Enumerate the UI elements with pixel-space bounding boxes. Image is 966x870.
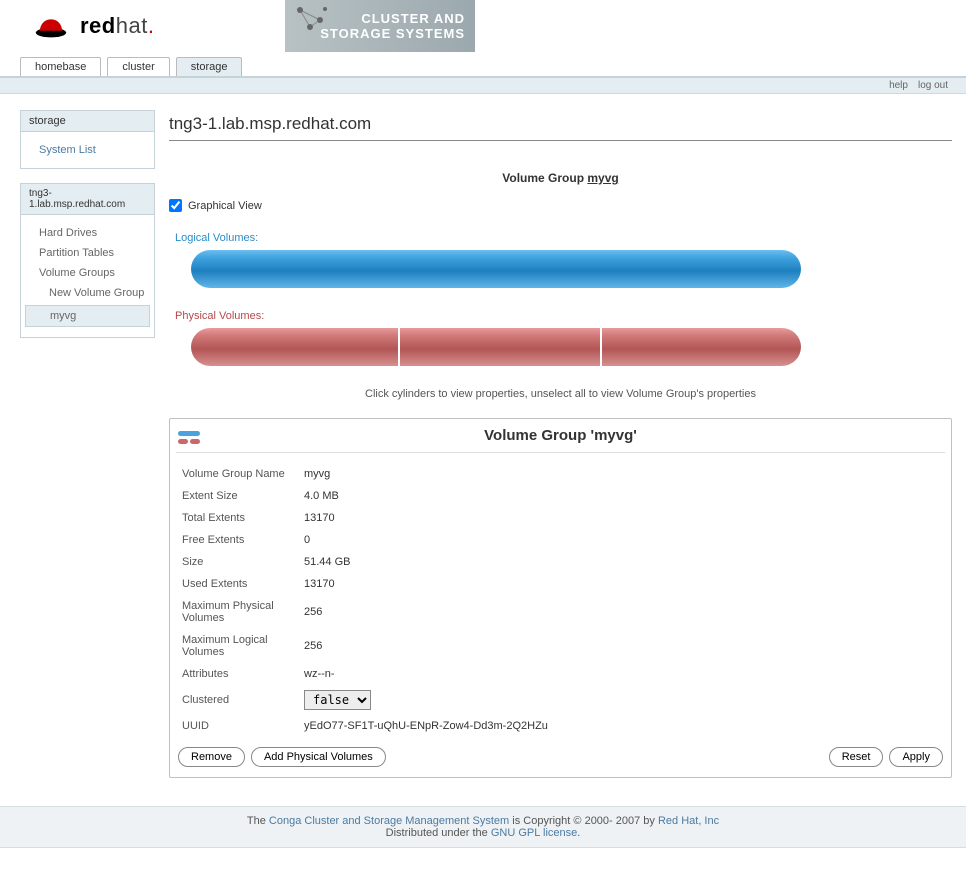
add-physical-volumes-button[interactable]: Add Physical Volumes	[251, 747, 386, 767]
prop-clus-k: Clustered	[182, 694, 304, 706]
prop-free-v: 0	[304, 534, 310, 546]
prop-free-k: Free Extents	[182, 534, 304, 546]
redhat-logo: redhat.	[32, 11, 154, 41]
top-links: help log out	[0, 78, 966, 94]
prop-name-v: myvg	[304, 468, 330, 480]
clustered-select[interactable]: false	[304, 690, 371, 710]
banner-line2: STORAGE SYSTEMS	[320, 26, 465, 41]
prop-used-k: Used Extents	[182, 578, 304, 590]
physical-volumes-section: Physical Volumes:	[169, 310, 952, 366]
cylinder-caption: Click cylinders to view properties, unse…	[169, 388, 952, 400]
sidebar-partition-tables[interactable]: Partition Tables	[21, 243, 154, 263]
brand-hat: hat	[116, 13, 148, 38]
properties-panel: Volume Group 'myvg' Volume Group Namemyv…	[169, 418, 952, 778]
remove-button[interactable]: Remove	[178, 747, 245, 767]
sidebar-panel-head-storage: storage	[21, 111, 154, 132]
banner-line1: CLUSTER AND	[361, 11, 465, 26]
cluster-banner: CLUSTER AND STORAGE SYSTEMS	[285, 0, 475, 52]
graphical-view-row: Graphical View	[169, 199, 952, 212]
vg-mini-icon	[176, 429, 204, 447]
footer-pre: The	[247, 815, 269, 827]
brand-dot: .	[148, 13, 155, 38]
sidebar-new-vg[interactable]: New Volume Group	[21, 283, 154, 303]
footer-link-conga[interactable]: Conga Cluster and Storage Management Sys…	[269, 815, 509, 827]
sidebar-hard-drives[interactable]: Hard Drives	[21, 223, 154, 243]
sidebar: storage System List tng3-1.lab.msp.redha…	[20, 110, 155, 778]
prop-attr-k: Attributes	[182, 668, 304, 680]
physical-volume-cylinder-2[interactable]	[398, 328, 599, 366]
sidebar-panel-head-host: tng3-1.lab.msp.redhat.com	[21, 184, 154, 215]
prop-uuid-k: UUID	[182, 720, 304, 732]
footer-link-gpl[interactable]: GNU GPL license	[491, 827, 577, 839]
sidebar-panel-host: tng3-1.lab.msp.redhat.com Hard Drives Pa…	[20, 183, 155, 338]
mesh-icon	[295, 5, 330, 30]
tabs-row: homebase cluster storage	[0, 56, 966, 78]
properties-table: Volume Group Namemyvg Extent Size4.0 MB …	[170, 463, 951, 737]
physical-volumes-label: Physical Volumes:	[169, 310, 952, 322]
graphical-view-label: Graphical View	[188, 200, 262, 212]
prop-used-v: 13170	[304, 578, 335, 590]
prop-maxlv-v: 256	[304, 640, 322, 652]
sidebar-panel-storage: storage System List	[20, 110, 155, 169]
prop-maxpv-k: Maximum Physical Volumes	[182, 600, 304, 624]
physical-volume-cylinder-3[interactable]	[600, 328, 801, 366]
reset-button[interactable]: Reset	[829, 747, 884, 767]
logout-link[interactable]: log out	[918, 80, 948, 91]
sidebar-myvg[interactable]: myvg	[25, 305, 150, 327]
logical-volume-cylinder[interactable]	[191, 250, 801, 288]
prop-size-k: Size	[182, 556, 304, 568]
logical-volumes-label: Logical Volumes:	[169, 232, 952, 244]
redhat-text: redhat.	[80, 13, 154, 39]
footer: The Conga Cluster and Storage Management…	[0, 806, 966, 848]
footer-link-redhat[interactable]: Red Hat, Inc	[658, 815, 719, 827]
logical-volumes-section: Logical Volumes:	[169, 232, 952, 288]
vg-header: Volume Group myvg	[169, 171, 952, 185]
help-link[interactable]: help	[889, 80, 908, 91]
tab-cluster[interactable]: cluster	[107, 57, 169, 76]
sidebar-system-list[interactable]: System List	[21, 140, 154, 160]
tab-homebase[interactable]: homebase	[20, 57, 101, 76]
prop-attr-v: wz--n-	[304, 668, 335, 680]
apply-button[interactable]: Apply	[889, 747, 943, 767]
prop-tot-v: 13170	[304, 512, 335, 524]
footer-line2-pre: Distributed under the	[386, 827, 491, 839]
properties-actions: Remove Add Physical Volumes Reset Apply	[170, 737, 951, 767]
redhat-hat-icon	[32, 11, 70, 41]
prop-uuid-v: yEdO77-SF1T-uQhU-ENpR-Zow4-Dd3m-2Q2HZu	[304, 720, 548, 732]
prop-tot-k: Total Extents	[182, 512, 304, 524]
properties-header: Volume Group 'myvg'	[176, 427, 945, 453]
prop-name-k: Volume Group Name	[182, 468, 304, 480]
main-content: tng3-1.lab.msp.redhat.com Volume Group m…	[169, 110, 952, 778]
brand-red: red	[80, 13, 116, 38]
physical-volume-cylinder-1[interactable]	[191, 328, 398, 366]
sidebar-volume-groups[interactable]: Volume Groups	[21, 263, 154, 283]
logo-area: redhat.	[0, 11, 285, 41]
properties-title: Volume Group 'myvg'	[484, 427, 637, 444]
prop-ext-v: 4.0 MB	[304, 490, 339, 502]
tab-storage[interactable]: storage	[176, 57, 243, 76]
prop-maxpv-v: 256	[304, 606, 322, 618]
prop-size-v: 51.44 GB	[304, 556, 350, 568]
page-title: tng3-1.lab.msp.redhat.com	[169, 114, 952, 141]
footer-mid: is Copyright © 2000- 2007 by	[509, 815, 658, 827]
prop-ext-k: Extent Size	[182, 490, 304, 502]
footer-line2-post: .	[577, 827, 580, 839]
vg-label: Volume Group	[502, 171, 584, 185]
prop-maxlv-k: Maximum Logical Volumes	[182, 634, 304, 658]
vg-name: myvg	[587, 171, 618, 185]
header-banner: redhat. CLUSTER AND STORAGE SYSTEMS	[0, 0, 966, 52]
graphical-view-checkbox[interactable]	[169, 199, 182, 212]
